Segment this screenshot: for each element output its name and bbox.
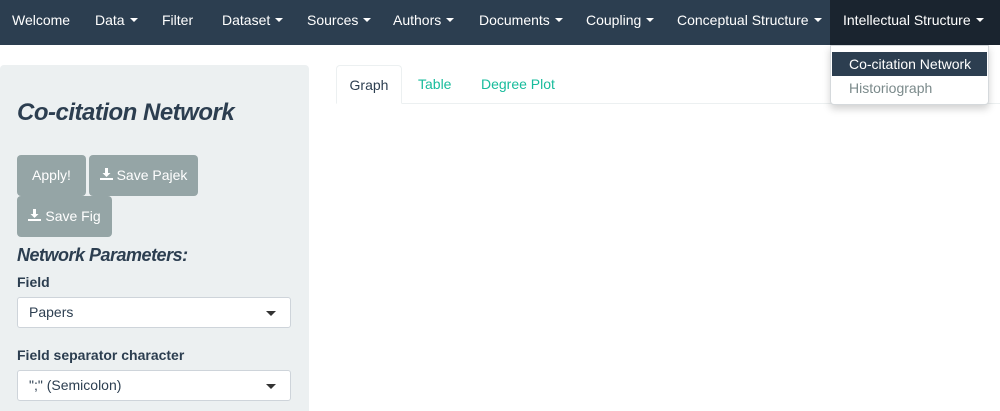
menu-item-label: Historiograph	[849, 80, 933, 96]
separator-label: Field separator character	[17, 347, 185, 363]
nav-intellectual-structure-label: Intellectual Structure	[843, 12, 971, 28]
caret-down-icon	[129, 18, 138, 23]
tab-graph[interactable]: Graph	[336, 65, 402, 104]
caret-down-icon	[266, 384, 276, 389]
tab-table[interactable]: Table	[418, 65, 451, 104]
menu-item-historiograph[interactable]: Historiograph	[832, 76, 987, 100]
sidebar-panel: Co-citation Network Apply! Save Pajek Sa…	[0, 65, 309, 411]
caret-down-icon	[813, 18, 822, 23]
download-icon	[99, 155, 113, 196]
field-label: Field	[17, 274, 50, 290]
field-select-value: Papers	[29, 304, 74, 320]
separator-select-value: ";" (Semicolon)	[29, 377, 122, 393]
caret-down-icon	[275, 18, 284, 23]
caret-down-icon	[266, 311, 276, 316]
separator-select[interactable]: ";" (Semicolon)	[17, 370, 291, 401]
nav-coupling[interactable]: Coupling	[586, 0, 655, 45]
top-navbar: Welcome Data Filter Dataset Sources Auth…	[0, 0, 1000, 45]
nav-authors[interactable]: Authors	[393, 0, 455, 45]
apply-button-label: Apply!	[32, 167, 71, 183]
tab-graph-label: Graph	[349, 77, 389, 93]
nav-intellectual-structure[interactable]: Intellectual Structure	[830, 0, 1000, 45]
caret-down-icon	[975, 18, 984, 23]
menu-item-co-citation-network[interactable]: Co-citation Network	[832, 52, 987, 76]
nav-welcome[interactable]: Welcome	[12, 0, 70, 45]
apply-button[interactable]: Apply!	[17, 155, 86, 196]
nav-data-label: Data	[95, 12, 125, 28]
nav-sources[interactable]: Sources	[307, 0, 372, 45]
tab-table-label: Table	[418, 76, 452, 92]
nav-welcome-label: Welcome	[12, 12, 71, 28]
nav-conceptual-structure[interactable]: Conceptual Structure	[677, 0, 822, 45]
menu-item-label: Co-citation Network	[849, 56, 972, 72]
nav-sources-label: Sources	[307, 12, 359, 28]
caret-down-icon	[446, 18, 455, 23]
nav-dataset[interactable]: Dataset	[222, 0, 284, 45]
nav-filter[interactable]: Filter	[162, 0, 193, 45]
save-fig-label: Save Fig	[45, 208, 101, 224]
network-parameters-heading: Network Parameters:	[17, 245, 188, 265]
sidebar-title: Co-citation Network	[17, 99, 235, 126]
caret-down-icon	[646, 18, 655, 23]
intellectual-structure-dropdown: Co-citation Network Historiograph	[830, 45, 989, 105]
nav-documents-label: Documents	[479, 12, 550, 28]
tab-degree-plot-label: Degree Plot	[481, 76, 555, 92]
nav-filter-label: Filter	[162, 12, 194, 28]
nav-dataset-label: Dataset	[222, 12, 271, 28]
nav-coupling-label: Coupling	[586, 12, 642, 28]
caret-down-icon	[363, 18, 372, 23]
caret-down-icon	[554, 18, 563, 23]
save-pajek-label: Save Pajek	[116, 167, 188, 183]
save-fig-button[interactable]: Save Fig	[17, 196, 112, 237]
nav-authors-label: Authors	[393, 12, 442, 28]
save-pajek-button[interactable]: Save Pajek	[89, 155, 198, 196]
nav-conceptual-structure-label: Conceptual Structure	[677, 12, 809, 28]
download-icon	[28, 196, 42, 237]
nav-data[interactable]: Data	[95, 0, 138, 45]
tab-degree-plot[interactable]: Degree Plot	[481, 65, 555, 104]
field-select[interactable]: Papers	[17, 297, 291, 328]
nav-documents[interactable]: Documents	[479, 0, 563, 45]
